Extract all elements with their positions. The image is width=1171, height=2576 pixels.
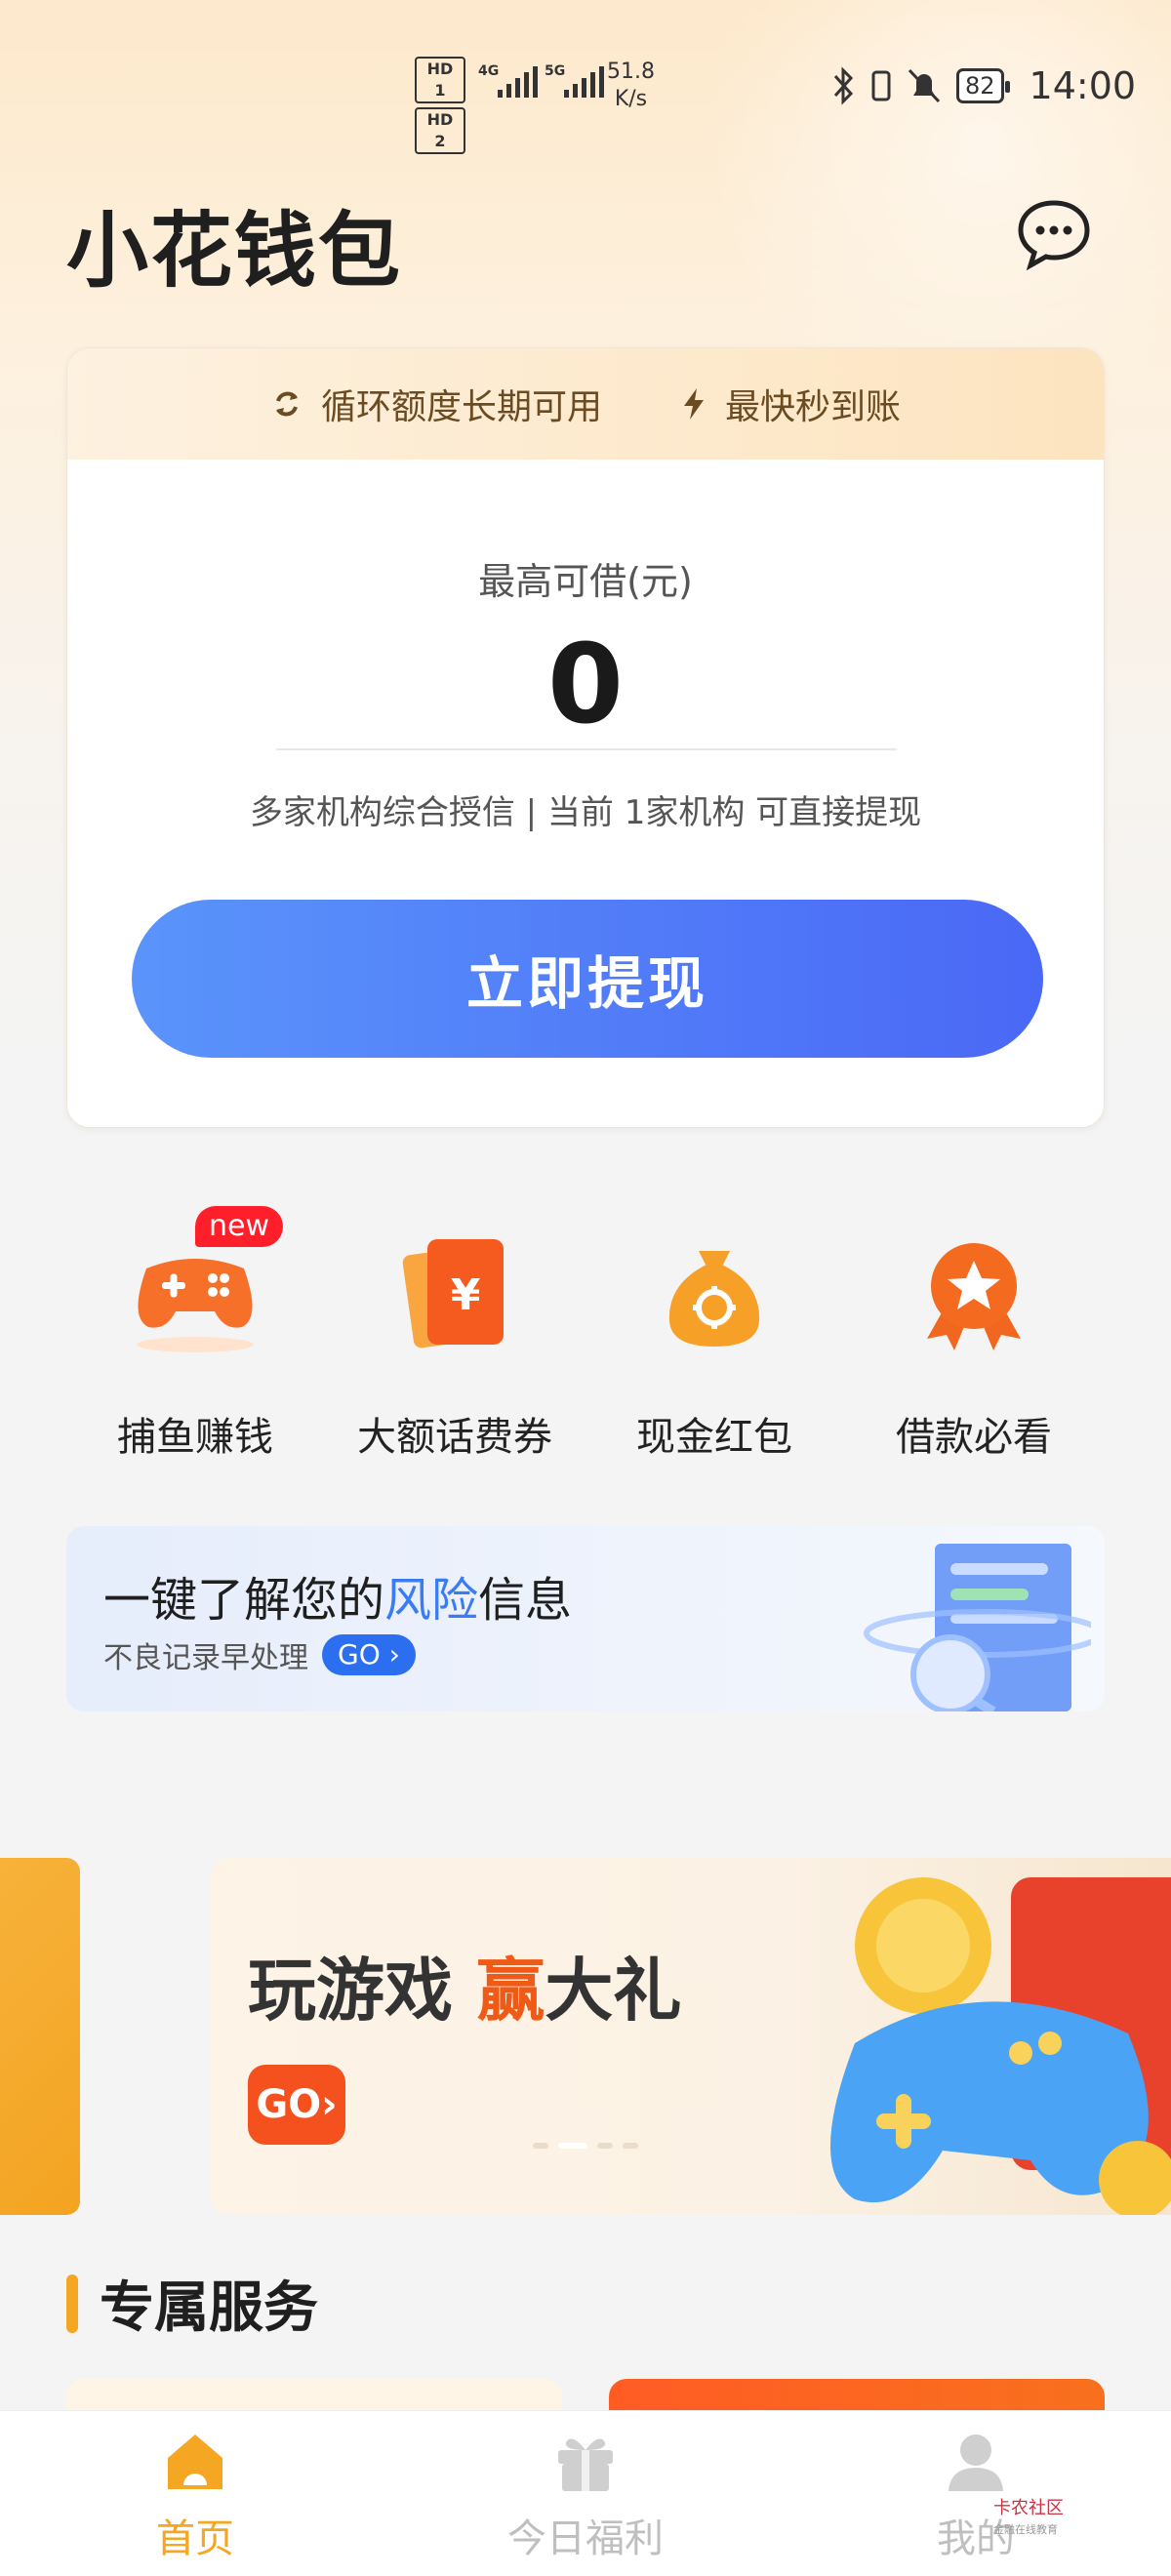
tab-daily-benefits[interactable]: 今日福利 [468,2411,703,2576]
risk-info-banner[interactable]: 一键了解您的风险信息 不良记录早处理 GO › [66,1526,1105,1711]
home-icon [168,2435,222,2489]
loan-card: 循环额度长期可用 最快秒到账 最高可借(元) 0 多家机构综合授信 | 当前 1… [66,347,1105,1128]
bottom-navigation: 首页 今日福利 我的 [0,2410,1171,2576]
feature-revolving: 循环额度长期可用 [270,379,602,429]
card-features-banner: 循环额度长期可用 最快秒到账 [67,348,1104,460]
quick-action-fishing[interactable]: new 捕鱼赚钱 [68,1206,322,1464]
promo-title-prefix: 玩游戏 [248,1951,477,2031]
network-speed: 51.8 K/s [607,59,655,113]
divider [276,748,897,750]
quick-action-label: 现金红包 [636,1415,792,1460]
feature-fast: 最快秒到账 [680,379,901,429]
speed-unit: K/s [614,87,648,111]
signal-icon-1 [498,66,538,98]
hd1-indicator: HD 1 [415,57,465,103]
promo-title-highlight: 赢 [476,1951,545,2031]
profile-icon [949,2435,1003,2491]
watermark-sub: 金融在线教育 [993,2523,1058,2536]
bluetooth-icon [833,66,854,105]
feature-fast-label: 最快秒到账 [725,387,902,427]
app-title: 小花钱包 [66,203,403,299]
credit-description: 多家机构综合授信 | 当前 1家机构 可直接提现 [249,793,922,832]
risk-go-label: GO [338,1638,381,1670]
tab-home-label: 首页 [156,2516,234,2561]
document-magnifier-icon [864,1544,1091,1711]
hd-indicators: HD 1 HD 2 [415,57,465,158]
network-type-1: 4G [478,63,500,79]
mute-bell-icon [908,68,941,103]
section-header: 专属服务 [66,2264,318,2343]
new-badge: new [195,1206,284,1247]
speed-value: 51.8 [607,60,655,84]
risk-title-suffix: 信息 [478,1573,573,1628]
promo-previous-slide[interactable] [0,1858,80,2215]
refresh-icon [275,391,298,417]
risk-title-prefix: 一键了解您的 [103,1573,385,1628]
game-controller-icon [830,1877,1171,2215]
app-screen: HD 1 HD 2 4G 5G 51.8 K/s 82 14:00 小花钱包 循… [0,0,1171,2576]
watermark-text: 卡农社区 [993,2498,1064,2518]
tab-daily-benefits-label: 今日福利 [507,2516,664,2561]
clock: 14:00 [1029,64,1137,107]
section-accent-bar [66,2274,78,2333]
status-right: 82 14:00 [831,64,1136,107]
risk-title: 一键了解您的风险信息 [103,1561,572,1630]
risk-title-highlight: 风险 [384,1573,479,1628]
carousel-indicator [533,2143,638,2149]
quick-action-label: 借款必看 [896,1415,1052,1460]
money-bag-icon [668,1251,760,1347]
limit-label: 最高可借(元) [478,560,693,603]
chat-bubble-icon[interactable] [1015,195,1093,273]
gamepad-icon [137,1259,254,1352]
tab-mine[interactable]: 我的 [859,2411,1093,2576]
hd2-indicator: HD 2 [415,107,465,154]
quick-action-label: 大额话费券 [357,1415,552,1460]
quick-action-label: 捕鱼赚钱 [117,1415,273,1460]
vibrate-icon [871,70,891,101]
watermark: 卡农社区 金融在线教育 [993,2498,1064,2541]
quick-action-loan-guide[interactable]: 借款必看 [847,1210,1101,1464]
quick-actions: new 捕鱼赚钱 ¥ 大额话费券 现金红包 借款必看 [0,1206,1171,1464]
tab-home[interactable]: 首页 [78,2411,312,2576]
risk-go-button[interactable]: GO › [322,1634,416,1675]
risk-subtitle: 不良记录早处理 GO › [103,1633,416,1676]
section-title: 专属服务 [100,2276,318,2340]
quick-action-phone-coupon[interactable]: ¥ 大额话费券 [328,1210,582,1464]
gift-icon [558,2438,613,2491]
quick-action-cash-envelope[interactable]: 现金红包 [587,1210,841,1464]
withdraw-button[interactable]: 立即提现 [132,900,1043,1058]
status-bar: HD 1 HD 2 4G 5G 51.8 K/s 82 14:00 [0,0,1171,176]
promo-go-label: GO [256,2082,322,2127]
promo-title-suffix: 大礼 [545,1951,682,2031]
lightning-icon [684,388,704,420]
feature-revolving-label: 循环额度长期可用 [320,387,602,427]
signal-icon-2 [564,66,604,98]
limit-value: 0 [547,622,624,748]
red-envelope-icon: ¥ [402,1239,504,1348]
battery-level: 82 [956,68,1010,103]
promo-title: 玩游戏 赢大礼 [248,1936,681,2034]
promo-banner-game[interactable]: 玩游戏 赢大礼 GO › [211,1858,1171,2215]
promo-go-button[interactable]: GO › [248,2065,345,2145]
network-type-2: 5G [545,63,566,79]
risk-subtitle-text: 不良记录早处理 [103,1641,308,1675]
svg-text:¥: ¥ [451,1270,481,1320]
star-medal-icon [927,1243,1021,1350]
